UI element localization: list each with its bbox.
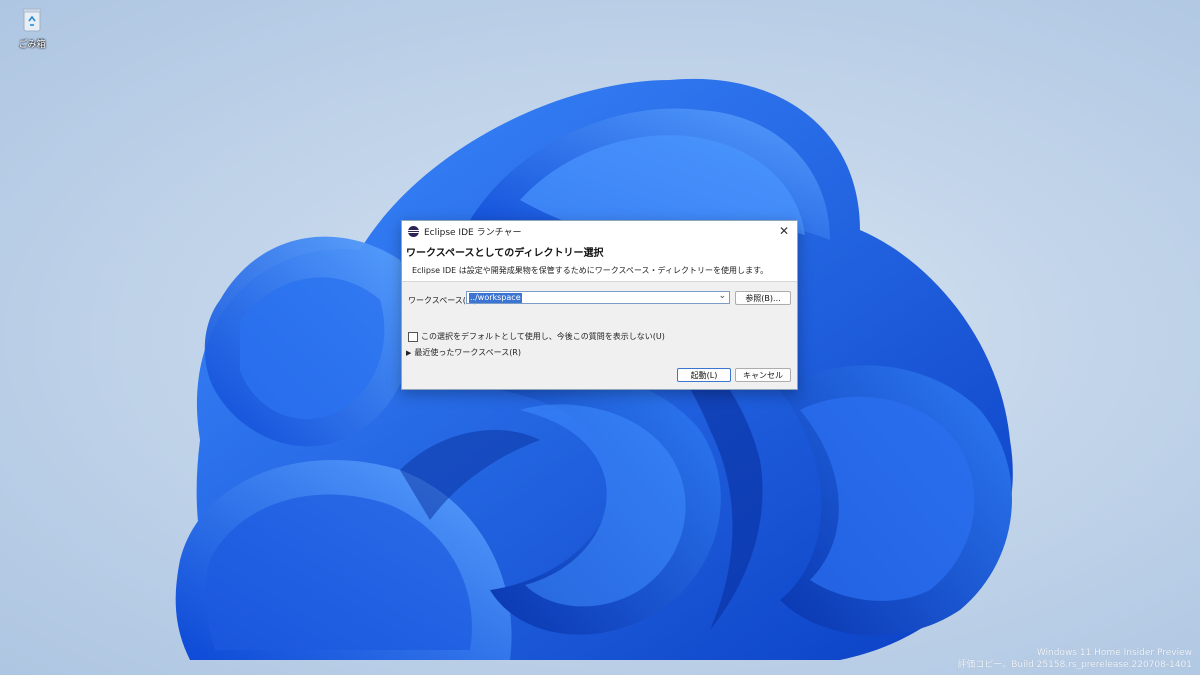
eclipse-launcher-dialog: Eclipse IDE ランチャー ✕ ワークスペースとしてのディレクトリー選択… [401, 220, 798, 390]
browse-button[interactable]: 参照(B)... [735, 291, 791, 305]
default-checkbox-label[interactable]: この選択をデフォルトとして使用し、今後この質問を表示しない(U) [421, 331, 665, 342]
recycle-bin[interactable]: ごみ箱 [14, 6, 50, 50]
chevron-down-icon[interactable]: ⌄ [718, 291, 726, 301]
eclipse-icon [408, 225, 419, 237]
dialog-titlebar[interactable]: Eclipse IDE ランチャー ✕ [402, 221, 797, 241]
dialog-body: ワークスペース(W): ../workspace ⌄ 参照(B)... この選択… [402, 282, 797, 390]
workspace-input-value[interactable]: ../workspace [469, 292, 522, 303]
recycle-bin-label: ごみ箱 [18, 40, 46, 50]
default-checkbox[interactable] [408, 331, 418, 342]
workspace-combo[interactable]: ../workspace ⌄ [466, 291, 730, 304]
close-icon: ✕ [778, 224, 790, 238]
launch-button[interactable]: 起動(L) [677, 368, 731, 382]
recent-workspaces-toggle[interactable]: ▶ 最近使ったワークスペース(R) [406, 347, 521, 358]
recycle-bin-icon [22, 8, 42, 32]
dialog-heading: ワークスペースとしてのディレクトリー選択 [406, 248, 604, 259]
cancel-button[interactable]: キャンセル [735, 368, 791, 382]
watermark-line-edition: Windows 11 Home Insider Preview [1036, 648, 1192, 658]
dialog-header: ワークスペースとしてのディレクトリー選択 Eclipse IDE は設定や開発成… [402, 241, 797, 282]
expand-triangle-icon[interactable]: ▶ [406, 349, 411, 357]
build-watermark: Windows 11 Home Insider Preview 評価コピー。Bu… [957, 647, 1192, 671]
desktop: ごみ箱 Windows 11 Home Insider Preview 評価コピ… [0, 0, 1200, 675]
dialog-description: Eclipse IDE は設定や開発成果物を保管するためにワークスペース・ディレ… [412, 266, 769, 275]
dialog-title: Eclipse IDE ランチャー [424, 227, 522, 238]
watermark-line-build: 評価コピー。Build 25158.rs_prerelease.220708-1… [957, 660, 1192, 670]
recent-workspaces-label[interactable]: 最近使ったワークスペース(R) [414, 347, 521, 358]
close-button[interactable]: ✕ [775, 222, 793, 240]
default-checkbox-row[interactable]: この選択をデフォルトとして使用し、今後この質問を表示しない(U) [408, 331, 665, 342]
